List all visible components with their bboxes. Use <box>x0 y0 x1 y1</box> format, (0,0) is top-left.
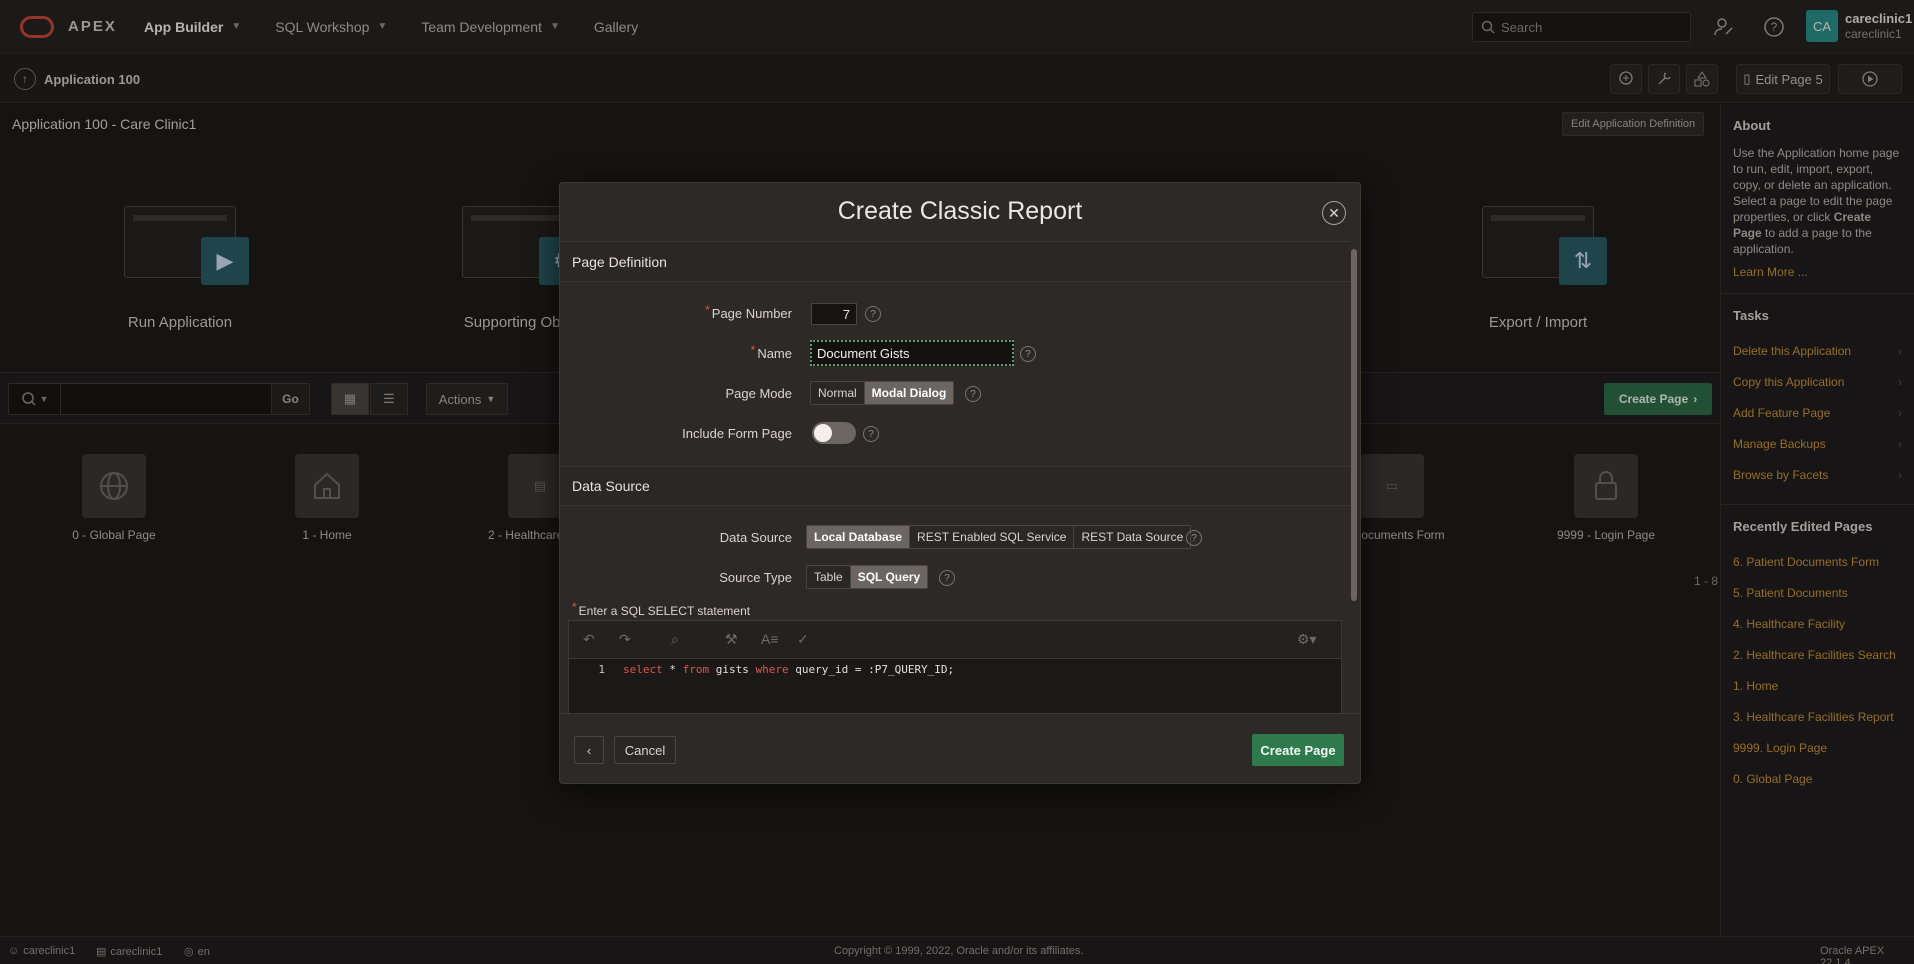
source-type-label: Source Type <box>719 570 792 585</box>
dialog-title: Create Classic Report <box>837 197 1083 225</box>
toggle-knob <box>814 424 832 442</box>
back-button[interactable]: ‹ <box>574 736 604 764</box>
data-source-local-database[interactable]: Local Database <box>807 526 911 548</box>
dialog-scrollbar[interactable] <box>1351 249 1357 601</box>
help-icon[interactable]: ? <box>865 306 881 322</box>
sql-text: gists <box>709 663 756 676</box>
sql-statement-label: * Enter a SQL SELECT statement <box>572 600 751 618</box>
name-label: * Name <box>572 343 792 361</box>
help-icon[interactable]: ? <box>1020 346 1036 362</box>
help-icon[interactable]: ? <box>965 386 981 402</box>
page-mode-normal[interactable]: Normal <box>811 382 865 404</box>
required-marker: * <box>572 600 577 614</box>
section-data-source: Data Source <box>560 466 1350 506</box>
source-type-selector: Table SQL Query <box>806 565 929 589</box>
dialog-body: Page Definition * Page Number 7 ? * Name D… <box>560 241 1350 713</box>
label-text: Enter a SQL SELECT statement <box>578 604 751 618</box>
validate-icon[interactable]: ✓ <box>797 631 809 648</box>
close-icon[interactable]: ✕ <box>1322 201 1346 225</box>
sql-keyword: from <box>682 663 710 676</box>
dialog-footer: ‹ Cancel Create Page <box>560 713 1360 783</box>
label-text: Name <box>757 346 792 361</box>
data-source-rest-data-source[interactable]: REST Data Source <box>1074 526 1191 548</box>
include-form-label: Include Form Page <box>682 426 792 441</box>
redo-icon[interactable]: ↷ <box>619 631 631 648</box>
format-icon[interactable]: A≡ <box>761 631 779 647</box>
section-page-definition: Page Definition <box>560 242 1350 282</box>
label-text: Page Number <box>711 306 792 321</box>
help-icon[interactable]: ? <box>863 426 879 442</box>
sql-keyword: select <box>623 663 663 676</box>
sql-code[interactable]: select * from gists where query_id = :P7… <box>623 663 954 676</box>
sql-keyword: where <box>755 663 789 676</box>
required-marker: * <box>750 343 756 357</box>
editor-toolbar: ↶ ↷ ⌕ ⚒ A≡ ✓ ⚙▾ <box>569 621 1341 659</box>
data-source-rest-enabled-sql[interactable]: REST Enabled SQL Service <box>910 526 1075 548</box>
page-number-label: * Page Number <box>572 303 792 321</box>
search-icon[interactable]: ⌕ <box>671 631 679 648</box>
settings-icon[interactable]: ⚙▾ <box>1297 631 1317 648</box>
data-source-selector: Local Database REST Enabled SQL Service … <box>806 525 1192 549</box>
chevron-left-icon: ‹ <box>586 742 592 758</box>
undo-icon[interactable]: ↶ <box>583 631 595 648</box>
page-number-field[interactable]: 7 <box>811 303 857 325</box>
sql-editor[interactable]: ↶ ↷ ⌕ ⚒ A≡ ✓ ⚙▾ 1 select * from gists wh… <box>568 620 1342 713</box>
line-number: 1 <box>598 663 605 676</box>
page-mode-selector: Normal Modal Dialog <box>810 381 955 405</box>
create-page-button[interactable]: Create Page <box>1252 734 1344 766</box>
sql-text: * <box>662 663 683 676</box>
include-form-toggle[interactable] <box>812 422 856 444</box>
data-source-label: Data Source <box>719 530 792 545</box>
page-mode-label: Page Mode <box>725 386 793 401</box>
page-mode-modal-dialog[interactable]: Modal Dialog <box>864 382 954 404</box>
help-icon[interactable]: ? <box>1186 530 1202 546</box>
cancel-button[interactable]: Cancel <box>614 736 676 764</box>
name-field[interactable]: Document Gists <box>810 340 1014 366</box>
source-type-sql-query[interactable]: SQL Query <box>850 566 928 588</box>
hammer-icon[interactable]: ⚒ <box>725 631 738 648</box>
create-classic-report-dialog: Create Classic Report ✕ Page Definition … <box>559 182 1361 784</box>
help-icon[interactable]: ? <box>939 570 955 586</box>
source-type-table[interactable]: Table <box>807 566 851 588</box>
sql-text: query_id = :P7_QUERY_ID; <box>788 663 955 676</box>
required-marker: * <box>705 303 710 317</box>
